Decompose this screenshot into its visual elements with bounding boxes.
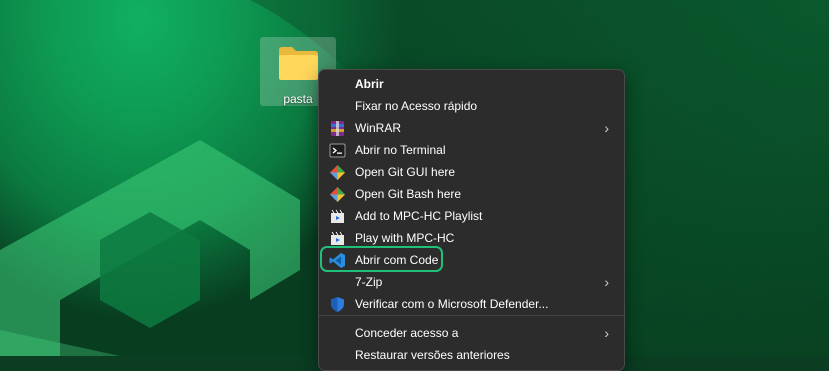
menu-item-label: WinRAR (355, 121, 402, 135)
git-icon (330, 187, 345, 202)
mpc-hc-icon (331, 231, 344, 245)
menu-item-label: Open Git Bash here (355, 187, 462, 201)
context-menu: Abrir Fixar no Acesso rápido WinRAR › Ab… (318, 69, 625, 371)
menu-item-verificar-defender[interactable]: Verificar com o Microsoft Defender... (325, 294, 617, 315)
chevron-right-icon: › (604, 274, 609, 290)
menu-item-label: Play with MPC-HC (355, 231, 455, 245)
menu-item-7zip[interactable]: 7-Zip › (325, 272, 617, 293)
menu-item-label: Open Git GUI here (355, 165, 456, 179)
mpc-hc-icon (331, 209, 344, 223)
menu-item-label: 7-Zip (355, 275, 383, 289)
chevron-right-icon: › (604, 120, 609, 136)
git-icon (330, 165, 345, 180)
menu-item-add-mpc-hc-playlist[interactable]: Add to MPC-HC Playlist (325, 206, 617, 227)
menu-item-fixar-acesso-rapido[interactable]: Fixar no Acesso rápido (325, 96, 617, 117)
menu-item-open-git-gui[interactable]: Open Git GUI here (325, 162, 617, 183)
winrar-icon (331, 121, 344, 136)
menu-item-open-git-bash[interactable]: Open Git Bash here (325, 184, 617, 205)
menu-separator (319, 315, 624, 316)
folder-icon (279, 47, 318, 80)
terminal-icon (329, 143, 346, 158)
defender-icon (331, 297, 344, 312)
menu-item-label: Abrir (355, 77, 384, 91)
chevron-right-icon: › (604, 325, 609, 341)
menu-item-label: Abrir no Terminal (355, 143, 446, 157)
menu-item-conceder-acesso[interactable]: Conceder acesso a › (325, 323, 617, 344)
menu-item-abrir-terminal[interactable]: Abrir no Terminal (325, 140, 617, 161)
menu-item-abrir[interactable]: Abrir (325, 74, 617, 95)
highlight-box (320, 246, 443, 272)
menu-item-label: Verificar com o Microsoft Defender... (355, 297, 549, 311)
menu-item-label: Fixar no Acesso rápido (355, 99, 478, 113)
menu-item-label: Add to MPC-HC Playlist (355, 209, 483, 223)
menu-item-label: Conceder acesso a (355, 326, 459, 340)
menu-item-winrar[interactable]: WinRAR › (325, 118, 617, 139)
